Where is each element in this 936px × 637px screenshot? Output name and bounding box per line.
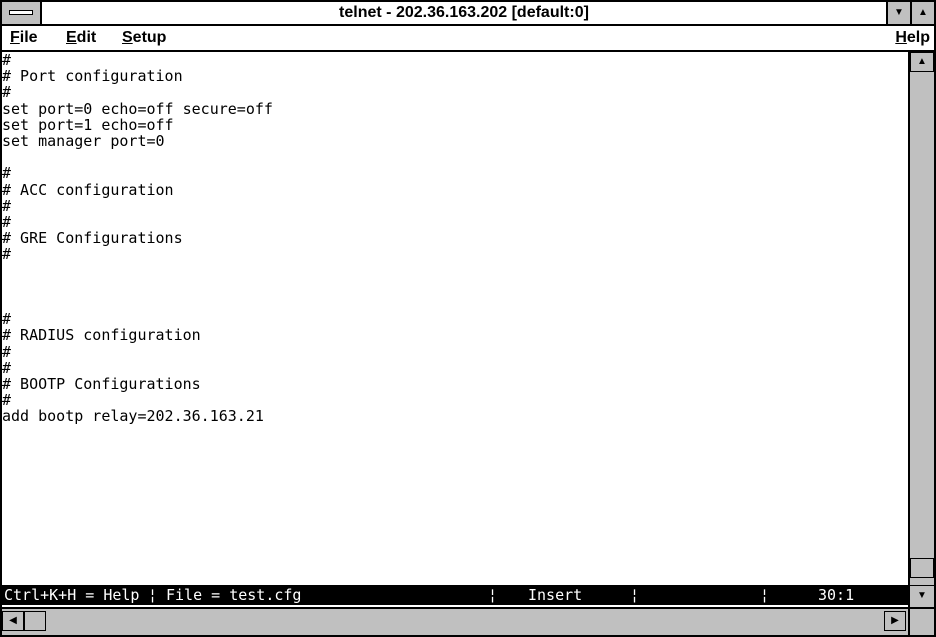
terminal-line: # xyxy=(2,391,12,410)
status-file: File = test.cfg xyxy=(166,586,302,604)
scroll-up-button[interactable]: ▲ xyxy=(910,52,934,72)
menu-file-accel: F xyxy=(10,29,20,46)
menu-help-accel: H xyxy=(895,29,907,46)
terminal-line: # GRE Configurations xyxy=(2,229,183,248)
menu-bar: File Edit Setup Help xyxy=(2,26,934,52)
terminal-line: # xyxy=(2,52,12,69)
scroll-left-button[interactable]: ◀ xyxy=(2,611,24,631)
status-bar: Ctrl+K+H = Help ¦ File = test.cfg ¦ Inse… xyxy=(2,585,908,605)
status-separator: ¦ xyxy=(148,586,158,604)
system-menu-icon xyxy=(9,10,33,15)
menu-help[interactable]: Help xyxy=(895,26,930,50)
status-cursor-position: 30:1 xyxy=(818,586,855,604)
title-bar[interactable]: telnet - 202.36.163.202 [default:0] ▼ ▲ xyxy=(2,2,934,26)
terminal-line: # xyxy=(2,164,12,183)
terminal-line: # xyxy=(2,196,12,215)
menu-file[interactable]: File xyxy=(10,26,38,50)
scroll-right-button[interactable]: ▶ xyxy=(884,611,906,631)
status-help: Ctrl+K+H = Help xyxy=(4,586,140,604)
minimize-icon: ▼ xyxy=(894,7,904,18)
terminal-text-area[interactable]: # # Port configuration # set port=0 echo=of… xyxy=(2,52,908,585)
menu-edit[interactable]: Edit xyxy=(66,26,96,50)
menu-edit-accel: E xyxy=(66,29,77,46)
terminal-line: add bootp relay=202.36.163.21 xyxy=(2,407,264,426)
terminal-line: # RADIUS configuration xyxy=(2,326,201,345)
terminal-line: # Port configuration xyxy=(2,67,183,86)
menu-setup[interactable]: Setup xyxy=(122,26,166,50)
vertical-scroll-thumb[interactable] xyxy=(910,558,934,578)
window-title: telnet - 202.36.163.202 [default:0] xyxy=(339,4,589,21)
terminal-line: # xyxy=(2,213,12,232)
system-menu-button[interactable] xyxy=(2,2,42,24)
terminal-line: set port=1 echo=off xyxy=(2,115,174,134)
vertical-scrollbar[interactable]: ▲ xyxy=(908,52,934,585)
terminal-line: # xyxy=(2,342,12,361)
right-arrow-icon: ▶ xyxy=(891,615,899,626)
menu-setup-rest: etup xyxy=(132,29,167,46)
terminal-line: # xyxy=(2,83,12,102)
terminal-line: # xyxy=(2,245,12,264)
terminal-line: set manager port=0 xyxy=(2,132,165,151)
maximize-icon: ▲ xyxy=(918,7,928,18)
status-separator: ¦ xyxy=(630,586,640,604)
minimize-button[interactable]: ▼ xyxy=(886,2,910,24)
size-grip xyxy=(908,607,934,635)
menu-file-rest: ile xyxy=(19,29,38,46)
terminal-line: # BOOTP Configurations xyxy=(2,375,201,394)
menu-help-rest: elp xyxy=(906,29,930,46)
status-mode: Insert xyxy=(528,586,583,604)
maximize-button[interactable]: ▲ xyxy=(910,2,934,24)
menu-edit-rest: dit xyxy=(76,29,97,46)
horizontal-scrollbar[interactable]: ◀ ▶ xyxy=(2,607,908,635)
status-separator: ¦ xyxy=(488,586,498,604)
terminal-line: # xyxy=(2,310,12,329)
menu-setup-accel: S xyxy=(122,29,133,46)
left-arrow-icon: ◀ xyxy=(9,615,17,626)
terminal-line: # ACC configuration xyxy=(2,180,174,199)
down-arrow-icon: ▼ xyxy=(917,590,927,601)
telnet-window: telnet - 202.36.163.202 [default:0] ▼ ▲ … xyxy=(0,0,936,637)
status-separator: ¦ xyxy=(760,586,770,604)
terminal-lines: # # Port configuration # set port=0 echo=of… xyxy=(2,52,908,441)
terminal-line: # xyxy=(2,358,12,377)
horizontal-scroll-thumb[interactable] xyxy=(24,611,46,631)
scroll-down-button[interactable]: ▼ xyxy=(908,585,934,607)
up-arrow-icon: ▲ xyxy=(917,56,927,67)
terminal-line: set port=0 echo=off secure=off xyxy=(2,99,273,118)
